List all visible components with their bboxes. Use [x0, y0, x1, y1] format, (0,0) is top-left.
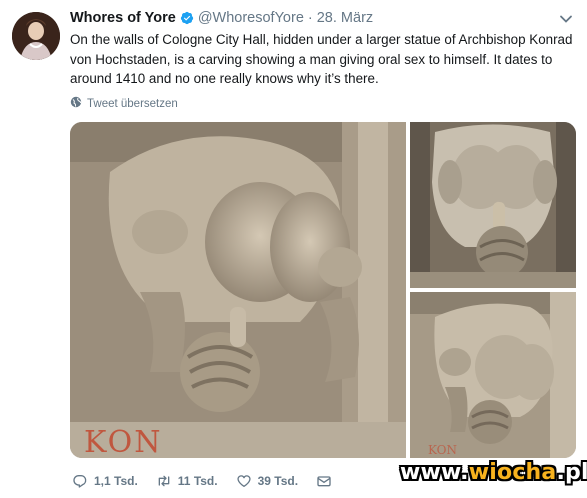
action-bar: 1,1 Tsd. 11 Tsd. 39 Tsd.	[72, 473, 350, 489]
top-right-photo[interactable]	[410, 122, 576, 288]
verified-badge-icon	[180, 11, 194, 25]
reply-icon	[73, 475, 87, 488]
bottom-right-photo[interactable]: KON	[410, 292, 576, 458]
author-name[interactable]: Whores of Yore	[70, 10, 176, 26]
chevron-down-icon[interactable]	[557, 10, 575, 28]
reply-button[interactable]: 1,1 Tsd.	[72, 473, 138, 489]
like-icon	[236, 475, 251, 487]
avatar[interactable]	[12, 12, 60, 60]
watermark-prefix: www.	[400, 460, 469, 485]
reply-count: 1,1 Tsd.	[94, 474, 138, 488]
like-button[interactable]: 39 Tsd.	[236, 473, 298, 489]
carved-letters: KON	[84, 425, 162, 458]
media-grid[interactable]: KON KON	[70, 122, 576, 458]
direct-message-button[interactable]	[316, 473, 332, 489]
watermark-brand: wiocha	[468, 460, 557, 485]
tweet-date[interactable]: 28. März	[317, 10, 373, 26]
main-photo[interactable]: KON	[70, 122, 406, 458]
retweet-button[interactable]: 11 Tsd.	[156, 473, 218, 489]
watermark: www.wiocha.pl	[400, 460, 587, 485]
translate-link[interactable]: Tweet übersetzen	[70, 96, 178, 111]
mail-icon	[317, 476, 331, 487]
translate-label: Tweet übersetzen	[87, 97, 178, 110]
svg-text:KON: KON	[428, 443, 457, 457]
tweet-header: Whores of Yore @WhoresofYore · 28. März	[70, 10, 373, 26]
watermark-suffix: .pl	[556, 460, 587, 485]
retweet-icon	[158, 475, 170, 487]
retweet-count: 11 Tsd.	[177, 474, 218, 488]
globe-icon	[70, 96, 82, 111]
tweet-text: On the walls of Cologne City Hall, hidde…	[70, 32, 573, 86]
tweet-card: Whores of Yore @WhoresofYore · 28. März …	[0, 0, 587, 498]
author-handle[interactable]: @WhoresofYore	[198, 10, 304, 26]
like-count: 39 Tsd.	[257, 474, 299, 488]
separator-dot: ·	[307, 10, 313, 26]
